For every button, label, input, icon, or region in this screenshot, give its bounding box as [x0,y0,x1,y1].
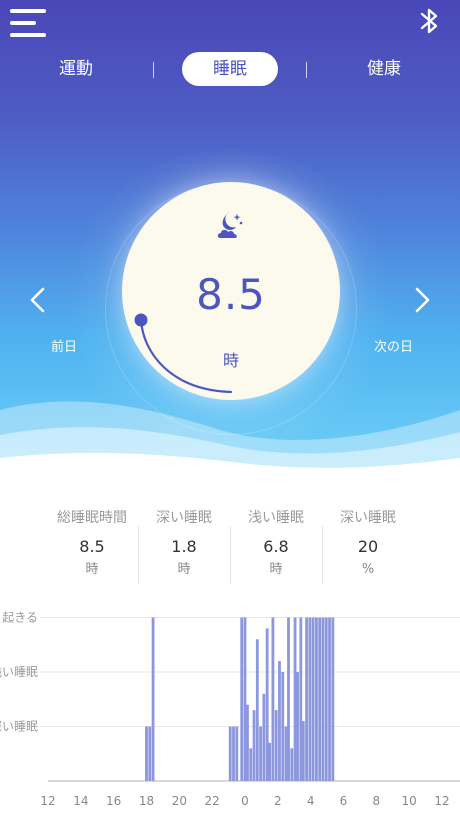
x-tick-label: 12 [434,794,449,808]
sleep-bar [315,617,318,781]
sleep-bar [284,726,288,781]
sleep-bar [252,710,256,781]
stat-label: 深い睡眠 [156,510,212,526]
sleep-bar [281,672,285,781]
sleep-bar [262,693,266,781]
x-tick-label: 16 [106,794,121,808]
sleep-stats-panel: 総睡眠時間 8.5 時 深い睡眠 1.8 時 浅い睡眠 6.8 時 深い睡眠 2… [46,506,414,586]
sleep-bar [232,726,235,781]
sleep-bar [299,617,303,781]
stat-deep-sleep: 深い睡眠 1.8 時 [138,506,230,580]
stat-unit: 時 [85,562,99,577]
stat-label: 総睡眠時間 [57,510,127,526]
x-tick-label: 10 [402,794,417,808]
sleep-bar [301,721,305,781]
stat-total-sleep: 総睡眠時間 8.5 時 [46,506,138,580]
x-tick-label: 14 [73,794,88,808]
sleep-bar [228,726,232,781]
sleep-bar [318,617,322,781]
sleep-bar [243,617,247,781]
stat-unit: 時 [177,562,191,577]
stat-unit: % [361,562,375,577]
x-tick-label: 6 [340,794,348,808]
sleep-bar [259,726,262,781]
sleep-bar [278,661,281,781]
sleep-bar [311,617,315,781]
sleep-bar [287,617,290,781]
sleep-bar [151,617,155,781]
sleep-bar [235,726,239,781]
stat-deep-sleep-percent: 深い睡眠 20 % [322,506,414,580]
x-tick-label: 12 [40,794,55,808]
sleep-stage-chart: 起きる浅い睡眠深い睡眠 12 14 16 18 20 22 0 2 4 6 8 10 12 [0,611,460,808]
sleep-bar [296,672,299,781]
x-tick-label: 0 [241,794,249,808]
x-tick-label: 8 [373,794,381,808]
x-tick-label: 4 [307,794,315,808]
x-tick-label: 18 [139,794,154,808]
sleep-bar [305,617,308,781]
sleep-header: 運動 睡眠 健康 前日 次の日 8.5 時 [0,0,460,470]
y-tick-label: 深い睡眠 [0,720,38,734]
sleep-bar [324,617,328,781]
x-tick-label: 20 [172,794,187,808]
stat-unit: 時 [269,562,283,577]
sleep-bar [308,617,312,781]
sleep-bar [328,617,331,781]
sleep-bar [148,726,152,781]
stat-light-sleep: 浅い睡眠 6.8 時 [230,506,322,580]
sleep-bar [249,748,253,781]
sleep-bar [293,617,297,781]
stat-value: 1.8 [171,537,197,556]
y-tick-label: 浅い睡眠 [0,665,38,679]
sleep-bar [268,742,272,781]
sleep-bar [265,628,269,781]
sleep-bar [240,617,244,781]
stat-label: 浅い睡眠 [248,510,304,526]
sleep-bar [145,726,148,781]
sleep-bar [321,617,325,781]
sleep-bar [331,617,335,781]
sleep-bar [246,704,249,781]
sleep-bar [255,639,259,781]
sleep-bar [290,748,294,781]
stat-value: 6.8 [263,537,289,556]
stat-label: 深い睡眠 [340,510,396,526]
stat-value: 8.5 [79,537,105,556]
stat-value: 20 [357,537,379,556]
sleep-progress-arc [134,313,233,394]
sleep-bar [271,617,275,781]
x-tick-label: 22 [205,794,220,808]
y-tick-label: 起きる [2,611,38,625]
x-tick-label: 2 [274,794,282,808]
sleep-bar [274,710,278,781]
